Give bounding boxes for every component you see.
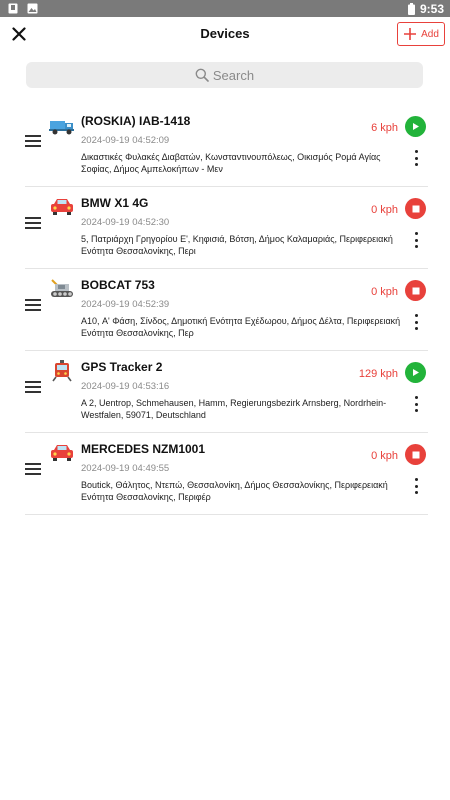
device-row[interactable]: GPS Tracker 2 2024-09-19 04:53:16 A 2, U…: [25, 351, 428, 433]
device-speed: 0 kph: [371, 450, 398, 462]
play-icon: [413, 369, 419, 376]
device-speed: 129 kph: [358, 368, 398, 380]
device-timestamp: 2024-09-19 04:53:16: [81, 381, 170, 392]
page-title: Devices: [200, 26, 250, 41]
drag-handle[interactable]: [25, 217, 41, 231]
stop-button[interactable]: [405, 444, 426, 465]
car-icon: [49, 196, 75, 218]
device-timestamp: 2024-09-19 04:52:39: [81, 299, 170, 310]
device-row[interactable]: (ROSKIA) IAB-1418 2024-09-19 04:52:09 Δι…: [25, 105, 428, 187]
device-address: Boutick, Θάλητος, Ντεπώ, Θεσσαλονίκη, Δή…: [81, 480, 388, 502]
device-timestamp: 2024-09-19 04:49:55: [81, 463, 170, 474]
device-name: GPS Tracker 2: [81, 360, 163, 374]
device-timestamp: 2024-09-19 04:52:30: [81, 217, 170, 228]
search-input[interactable]: Search: [26, 62, 423, 88]
play-button[interactable]: [405, 362, 426, 383]
device-speed: 0 kph: [371, 286, 398, 298]
more-options-icon[interactable]: [410, 150, 422, 166]
image-icon: [27, 3, 38, 14]
drag-handle[interactable]: [25, 135, 41, 149]
stop-button[interactable]: [405, 198, 426, 219]
device-address: 5, Πατριάρχη Γρηγορίου Ε', Κηφισιά, Βότσ…: [81, 234, 393, 256]
device-row[interactable]: MERCEDES NZM1001 2024-09-19 04:49:55 Bou…: [25, 433, 428, 515]
device-row[interactable]: BOBCAT 753 2024-09-19 04:52:39 A10, Α' Φ…: [25, 269, 428, 351]
notification-icon: [8, 3, 18, 14]
plus-icon: [404, 28, 417, 40]
add-device-button[interactable]: Add: [397, 22, 445, 46]
add-label: Add: [421, 28, 439, 40]
train-icon: [49, 360, 75, 382]
drag-handle[interactable]: [25, 463, 41, 477]
play-icon: [413, 123, 419, 130]
device-name: (ROSKIA) IAB-1418: [81, 114, 191, 128]
search-icon: [195, 68, 209, 82]
device-address: A 2, Uentrop, Schmehausen, Hamm, Regieru…: [81, 398, 387, 420]
device-name: BMW X1 4G: [81, 196, 149, 210]
device-name: BOBCAT 753: [81, 278, 155, 292]
drag-handle[interactable]: [25, 299, 41, 313]
drag-handle[interactable]: [25, 381, 41, 395]
stop-icon: [412, 205, 419, 212]
device-speed: 0 kph: [371, 204, 398, 216]
device-address: A10, Α' Φάση, Σίνδος, Δημοτική Ενότητα Ε…: [81, 316, 401, 338]
status-bar: 9:53: [0, 0, 450, 17]
car-icon: [49, 442, 75, 464]
truck-icon: [49, 114, 75, 136]
more-options-icon[interactable]: [410, 232, 422, 248]
bobcat-icon: [49, 278, 75, 300]
stop-icon: [412, 451, 419, 458]
more-options-icon[interactable]: [410, 478, 422, 494]
device-timestamp: 2024-09-19 04:52:09: [81, 135, 170, 146]
search-placeholder: Search: [212, 67, 255, 83]
stop-icon: [412, 287, 419, 294]
device-address: Δικαστικές Φυλακές Διαβατών, Κωνσταντινο…: [81, 152, 381, 174]
device-row[interactable]: BMW X1 4G 2024-09-19 04:52:30 5, Πατριάρ…: [25, 187, 428, 269]
device-speed: 6 kph: [371, 122, 398, 134]
battery-icon: [407, 3, 415, 15]
stop-button[interactable]: [405, 280, 426, 301]
device-name: MERCEDES NZM1001: [81, 442, 206, 456]
more-options-icon[interactable]: [410, 314, 422, 330]
status-time: 9:53: [419, 2, 444, 16]
app-bar: Devices Add: [0, 17, 450, 53]
play-button[interactable]: [405, 116, 426, 137]
more-options-icon[interactable]: [410, 396, 422, 412]
